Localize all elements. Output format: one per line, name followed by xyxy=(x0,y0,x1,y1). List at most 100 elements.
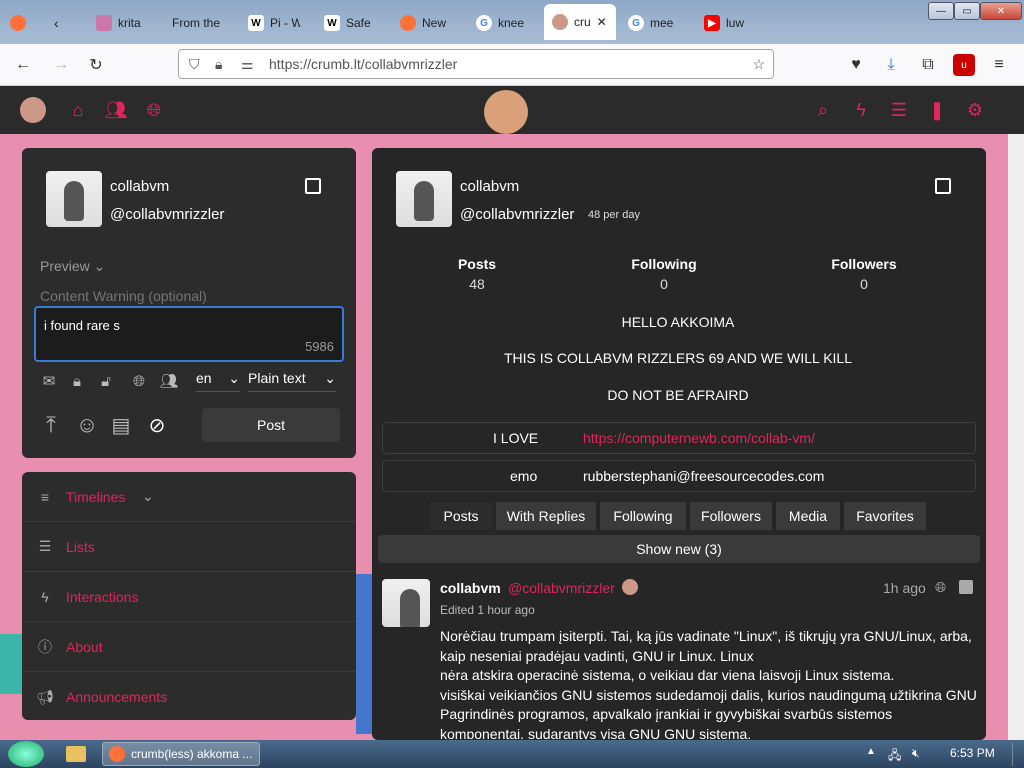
users-icon[interactable]: 👥︎ xyxy=(104,98,128,122)
taskbar-window-button[interactable]: crumb(less) akkoma ... xyxy=(102,742,260,766)
nav-label: Timelines xyxy=(66,488,126,505)
compose-user-name: collabvm xyxy=(110,178,170,195)
reload-icon[interactable]: ↻ xyxy=(85,54,107,76)
stat-followers[interactable]: Followers 0 xyxy=(804,256,924,292)
stat-following[interactable]: Following 0 xyxy=(604,256,724,292)
extensions-icon[interactable]: ⧉ xyxy=(917,54,939,76)
browser-tab[interactable]: Gknee xyxy=(476,6,528,40)
preview-toggle[interactable]: Preview ⌄ xyxy=(40,258,340,282)
site-logo-icon[interactable] xyxy=(20,97,46,123)
tab-media[interactable]: Media xyxy=(776,502,840,530)
folder-icon[interactable] xyxy=(66,746,86,762)
post-author-handle[interactable]: @collabvmrizzler xyxy=(508,580,615,596)
avatar[interactable] xyxy=(46,171,102,227)
tab-favorites[interactable]: Favorites xyxy=(844,502,926,530)
field-link[interactable]: https://computernewb.com/collab-vm/ xyxy=(583,430,815,446)
avatar[interactable] xyxy=(396,171,452,227)
shield-icon[interactable]: ⛉ xyxy=(189,56,200,73)
browser-tab-active[interactable]: cru ✕ xyxy=(544,4,616,40)
download-icon[interactable]: ⤓ xyxy=(880,54,902,76)
page-scrollbar[interactable] xyxy=(1008,134,1024,740)
url-bar[interactable]: ⛉ 🔒︎ ⚌ https://crumb.lt/collabvmrizzler … xyxy=(178,49,774,79)
globe-icon[interactable]: 🌐︎ xyxy=(130,372,148,390)
bookmark-star-icon[interactable]: ☆ xyxy=(752,56,765,73)
home-icon[interactable]: ⌂ xyxy=(66,98,90,122)
ublock-icon[interactable]: u xyxy=(953,54,975,76)
list-icon[interactable]: ☰ xyxy=(887,98,911,122)
show-new-button[interactable]: Show new (3) xyxy=(378,535,980,563)
tray-arrow-icon[interactable]: ▲ xyxy=(866,746,876,757)
language-select[interactable]: en ⌄ xyxy=(196,370,240,392)
maximize-button[interactable]: ▭ xyxy=(954,2,980,20)
browser-tab[interactable]: New xyxy=(400,6,450,40)
tab-with-replies[interactable]: With Replies xyxy=(496,502,596,530)
tab-posts[interactable]: Posts xyxy=(430,502,492,530)
edit-profile-icon[interactable] xyxy=(305,178,321,194)
clock[interactable]: 6:53 PM xyxy=(950,746,995,760)
nav-item-about[interactable]: ⓘ About xyxy=(22,622,356,672)
stat-label: Posts xyxy=(457,256,497,272)
bolt-icon[interactable]: ϟ xyxy=(849,98,873,122)
krita-icon xyxy=(96,15,112,31)
compose-text: i found rare s xyxy=(44,318,120,333)
post-avatar[interactable] xyxy=(382,579,430,627)
expand-icon[interactable] xyxy=(959,580,973,594)
permissions-icon[interactable]: ⚌ xyxy=(241,56,254,73)
gear-icon[interactable]: ⚙︎ xyxy=(963,98,987,122)
lock-icon[interactable]: 🔒︎ xyxy=(68,372,86,390)
content-warning-input[interactable] xyxy=(40,284,340,308)
browser-tab[interactable]: From the xyxy=(172,6,228,40)
nav-item-announcements[interactable]: 📢︎ Announcements xyxy=(22,672,356,722)
poll-icon[interactable]: ▤ xyxy=(108,412,134,438)
cookie-icon xyxy=(552,14,568,30)
stat-value: 0 xyxy=(660,276,668,292)
compose-textarea[interactable]: i found rare s 5986 xyxy=(34,306,344,362)
browser-tab[interactable]: W Safe xyxy=(324,6,376,40)
bookmark-icon[interactable]: ❚ xyxy=(925,98,949,122)
language-value: en xyxy=(196,370,212,386)
url-text[interactable]: https://crumb.lt/collabvmrizzler xyxy=(269,56,457,72)
eye-slash-icon[interactable]: ⊘ xyxy=(142,412,172,438)
lock-icon[interactable]: 🔒︎ xyxy=(215,56,222,73)
nav-item-lists[interactable]: ☰ Lists xyxy=(22,522,356,572)
menu-icon[interactable]: ≡ xyxy=(988,54,1010,76)
close-tab-icon[interactable]: ✕ xyxy=(597,15,607,29)
nav-item-timelines[interactable]: ≡ Timelines ⌄ xyxy=(22,472,356,522)
post-author-name[interactable]: collabvm xyxy=(440,580,501,596)
show-desktop-button[interactable] xyxy=(1012,742,1022,766)
browser-tab[interactable]: ▶ luw xyxy=(704,6,750,40)
unlock-icon[interactable]: 🔓︎ xyxy=(97,372,115,390)
firefox-menu-icon[interactable] xyxy=(10,6,30,40)
volume-muted-icon[interactable]: 🔇︎ xyxy=(912,746,920,761)
format-select[interactable]: Plain text ⌄ xyxy=(248,370,336,392)
tab-followers[interactable]: Followers xyxy=(690,502,772,530)
globe-icon[interactable]: 🌐︎ xyxy=(142,98,166,122)
users-icon[interactable]: 👥︎ xyxy=(159,372,178,390)
start-button-icon[interactable] xyxy=(8,741,44,767)
post-line: nėra atskira operacinė sistema, o veikia… xyxy=(440,667,895,683)
browser-tab[interactable]: Gmee xyxy=(628,6,674,40)
upload-icon[interactable]: ⤒ xyxy=(38,412,64,438)
minimize-button[interactable]: — xyxy=(928,2,954,20)
close-window-button[interactable]: ✕ xyxy=(980,2,1022,20)
back-icon[interactable]: ← xyxy=(12,54,34,76)
post-time[interactable]: 1h ago xyxy=(883,580,926,596)
forward-icon[interactable]: → xyxy=(50,54,72,76)
browser-tab[interactable]: W Pi - W xyxy=(248,6,300,40)
tab-following[interactable]: Following xyxy=(600,502,686,530)
browser-tab[interactable]: krita xyxy=(96,6,146,40)
post-button[interactable]: Post xyxy=(202,408,340,442)
nav-item-interactions[interactable]: ϟ Interactions xyxy=(22,572,356,622)
cookie-logo-icon[interactable] xyxy=(484,90,528,134)
search-icon[interactable]: ⌕ xyxy=(811,98,835,122)
emoji-icon[interactable]: ☺︎ xyxy=(74,412,100,438)
pocket-icon[interactable]: ♥︎ xyxy=(845,54,867,76)
network-icon[interactable]: 🖧︎ xyxy=(888,746,901,767)
mail-icon[interactable]: ✉︎ xyxy=(40,372,58,390)
edit-profile-icon[interactable] xyxy=(935,178,951,194)
stat-posts[interactable]: Posts 48 xyxy=(417,256,537,292)
chevron-down-icon[interactable]: ⌄ xyxy=(142,488,154,505)
tab-scroll-left-icon[interactable]: ‹ xyxy=(54,6,74,40)
list-icon: ☰ xyxy=(38,538,52,554)
compose-user-handle: @collabvmrizzler xyxy=(110,206,225,223)
